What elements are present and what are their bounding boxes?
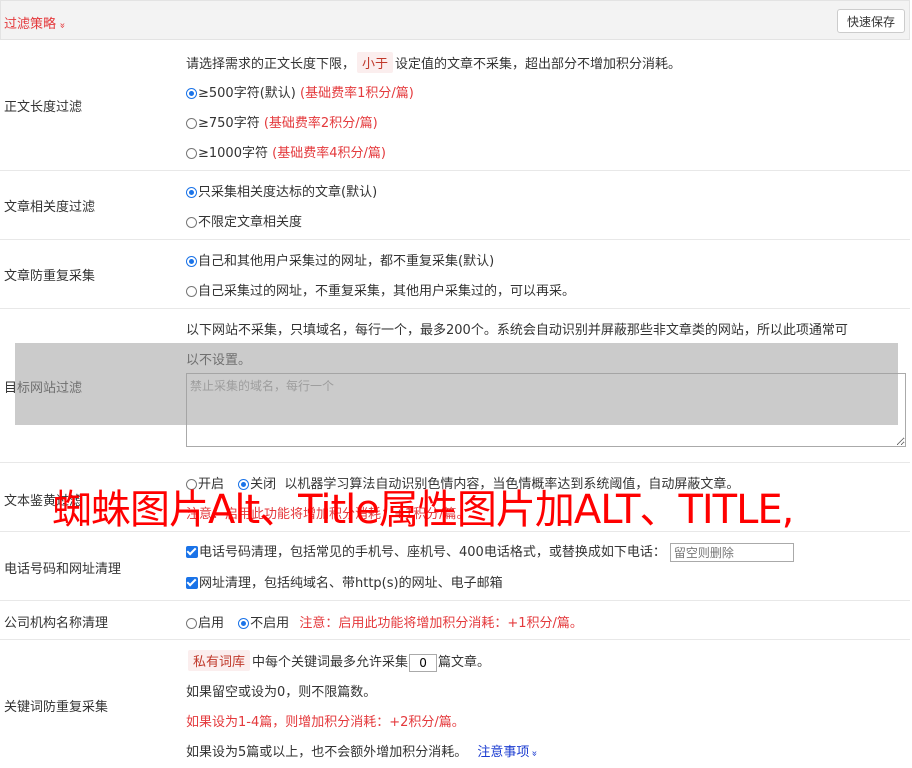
porn-filter-warning: 注意：启用此功能将增加积分消耗：+1积分/篇。 bbox=[186, 507, 470, 522]
option-label: 自己和其他用户采集过的网址，都不重复采集(默认) bbox=[198, 254, 495, 269]
radio-button[interactable] bbox=[186, 148, 197, 159]
less-than-tag: 小于 bbox=[357, 52, 394, 73]
chevron-down-icon: » bbox=[56, 22, 68, 29]
option-label: ≥750字符 bbox=[198, 116, 260, 131]
option-label: 不限定文章相关度 bbox=[198, 215, 303, 230]
chevron-down-icon: » bbox=[529, 750, 540, 757]
keyword-note-text: 如果设为5篇或以上，也不会额外增加积分消耗。 bbox=[186, 745, 468, 760]
option-label: 不启用 bbox=[250, 616, 290, 631]
notes-link[interactable]: 注意事项» bbox=[477, 745, 540, 760]
dedupe-option-all[interactable]: 自己和其他用户采集过的网址，都不重复采集(默认) bbox=[186, 250, 494, 269]
desc-text: 设定值的文章不采集，超出部分不增加积分消耗。 bbox=[395, 57, 682, 72]
relevance-label: 文章相关度过滤 bbox=[4, 200, 96, 215]
porn-filter-off[interactable]: 关闭 bbox=[238, 477, 276, 492]
org-clean-on[interactable]: 启用 bbox=[186, 616, 224, 631]
quick-save-button[interactable]: 快速保存 bbox=[837, 9, 905, 33]
rate-note: (基础费率4积分/篇) bbox=[272, 146, 386, 161]
org-clean-label: 公司机构名称清理 bbox=[4, 616, 109, 631]
radio-button[interactable] bbox=[186, 88, 197, 99]
section-title[interactable]: 过滤策略» bbox=[4, 13, 68, 32]
filter-strategy-header: 过滤策略» 快速保存 bbox=[0, 0, 910, 40]
blocked-domains-textarea[interactable] bbox=[186, 373, 906, 447]
radio-button[interactable] bbox=[186, 256, 197, 267]
dedupe-label: 文章防重复采集 bbox=[4, 269, 96, 284]
porn-filter-description: 以机器学习算法自动识别色情内容，当色情概率达到系统阈值，自动屏蔽文章。 bbox=[284, 477, 740, 492]
rate-note: (基础费率2积分/篇) bbox=[263, 116, 378, 131]
desc-text: 请选择需求的正文长度下限， bbox=[186, 57, 356, 72]
replacement-phone-input[interactable] bbox=[669, 543, 794, 562]
radio-button[interactable] bbox=[186, 187, 197, 198]
keyword-limit-line: 私有词库中每个关键词最多允许采集 篇文章。 bbox=[186, 650, 490, 672]
url-clean-option[interactable]: 网址清理，包括纯域名、带http(s)的网址、电子邮箱 bbox=[186, 572, 503, 591]
option-label: ≥500字符(默认) bbox=[198, 86, 296, 101]
phone-clean-option[interactable]: 电话号码清理，包括常见的手机号、座机号、400电话格式，或替换成如下电话： bbox=[186, 541, 794, 562]
org-clean-row: 公司机构名称清理 启用 不启用 注意：启用此功能将增加积分消耗：+1积分/篇。 bbox=[0, 601, 910, 640]
radio-button[interactable] bbox=[186, 618, 197, 629]
notes-link-label: 注意事项 bbox=[477, 745, 530, 760]
length-option-500[interactable]: ≥500字符(默认) (基础费率1积分/篇) bbox=[186, 82, 414, 101]
phone-url-label: 电话号码和网址清理 bbox=[4, 562, 122, 577]
option-label: 只采集相关度达标的文章(默认) bbox=[198, 185, 378, 200]
section-title-label: 过滤策略 bbox=[4, 17, 57, 32]
porn-filter-on[interactable]: 开启 bbox=[186, 477, 224, 492]
rate-note: (基础费率1积分/篇) bbox=[300, 86, 414, 101]
option-label: 开启 bbox=[198, 477, 225, 492]
org-clean-options: 启用 不启用 注意：启用此功能将增加积分消耗：+1积分/篇。 bbox=[186, 612, 583, 631]
length-filter-description: 请选择需求的正文长度下限， 小于 设定值的文章不采集，超出部分不增加积分消耗。 bbox=[186, 52, 681, 73]
keyword-limit-input[interactable] bbox=[409, 653, 438, 672]
radio-button[interactable] bbox=[186, 118, 197, 129]
porn-filter-label: 文本鉴黄过滤 bbox=[4, 494, 83, 509]
dedupe-row: 文章防重复采集 自己和其他用户采集过的网址，都不重复采集(默认) 自己采集过的网… bbox=[0, 240, 910, 309]
site-filter-description-2: 以不设置。 bbox=[186, 353, 252, 368]
porn-filter-options: 开启 关闭 以机器学习算法自动识别色情内容，当色情概率达到系统阈值，自动屏蔽文章… bbox=[186, 473, 739, 492]
site-filter-label: 目标网站过滤 bbox=[4, 381, 83, 396]
radio-button[interactable] bbox=[238, 618, 250, 629]
length-filter-label: 正文长度过滤 bbox=[4, 100, 83, 115]
keyword-limit-text: 中每个关键词最多允许采集 bbox=[252, 655, 409, 670]
org-clean-off[interactable]: 不启用 bbox=[238, 616, 289, 631]
radio-button[interactable] bbox=[186, 479, 197, 490]
relevance-row: 文章相关度过滤 只采集相关度达标的文章(默认) 不限定文章相关度 bbox=[0, 171, 910, 240]
keyword-note-1: 如果留空或设为0，则不限篇数。 bbox=[186, 685, 377, 700]
radio-button[interactable] bbox=[186, 286, 197, 297]
option-label: 自己采集过的网址，不重复采集，其他用户采集过的，可以再采。 bbox=[198, 284, 576, 299]
keyword-note-3: 如果设为5篇或以上，也不会额外增加积分消耗。 注意事项» bbox=[186, 741, 540, 760]
length-option-1000[interactable]: ≥1000字符 (基础费率4积分/篇) bbox=[186, 142, 386, 161]
relevance-option-unlimited[interactable]: 不限定文章相关度 bbox=[186, 211, 302, 230]
private-lexicon-link[interactable]: 私有词库 bbox=[188, 650, 251, 671]
checkbox[interactable] bbox=[186, 577, 198, 589]
site-filter-description-1: 以下网站不采集，只填域名，每行一个，最多200个。系统会自动识别并屏蔽那些非文章… bbox=[186, 323, 848, 338]
radio-button[interactable] bbox=[186, 217, 197, 228]
keyword-note-2: 如果设为1-4篇，则增加积分消耗：+2积分/篇。 bbox=[186, 715, 465, 730]
option-label: 电话号码清理，包括常见的手机号、座机号、400电话格式，或替换成如下电话： bbox=[199, 545, 666, 560]
keyword-limit-text: 篇文章。 bbox=[438, 655, 491, 670]
porn-filter-row: 文本鉴黄过滤 开启 关闭 以机器学习算法自动识别色情内容，当色情概率达到系统阈值… bbox=[0, 463, 910, 532]
checkbox[interactable] bbox=[186, 546, 198, 558]
org-clean-warning: 注意：启用此功能将增加积分消耗：+1积分/篇。 bbox=[299, 616, 583, 631]
phone-url-row: 电话号码和网址清理 电话号码清理，包括常见的手机号、座机号、400电话格式，或替… bbox=[0, 532, 910, 601]
option-label: 网址清理，包括纯域名、带http(s)的网址、电子邮箱 bbox=[199, 576, 503, 591]
keyword-dedupe-label: 关键词防重复采集 bbox=[4, 700, 109, 715]
option-label: ≥1000字符 bbox=[198, 146, 268, 161]
radio-button[interactable] bbox=[238, 479, 250, 490]
option-label: 启用 bbox=[198, 616, 225, 631]
option-label: 关闭 bbox=[250, 477, 277, 492]
length-filter-row: 正文长度过滤 请选择需求的正文长度下限， 小于 设定值的文章不采集，超出部分不增加积… bbox=[0, 40, 910, 171]
keyword-dedupe-row: 关键词防重复采集 私有词库中每个关键词最多允许采集 篇文章。 如果留空或设为0，则… bbox=[0, 640, 910, 768]
length-option-750[interactable]: ≥750字符 (基础费率2积分/篇) bbox=[186, 112, 378, 131]
dedupe-option-self[interactable]: 自己采集过的网址，不重复采集，其他用户采集过的，可以再采。 bbox=[186, 280, 575, 299]
relevance-option-qualified[interactable]: 只采集相关度达标的文章(默认) bbox=[186, 181, 377, 200]
